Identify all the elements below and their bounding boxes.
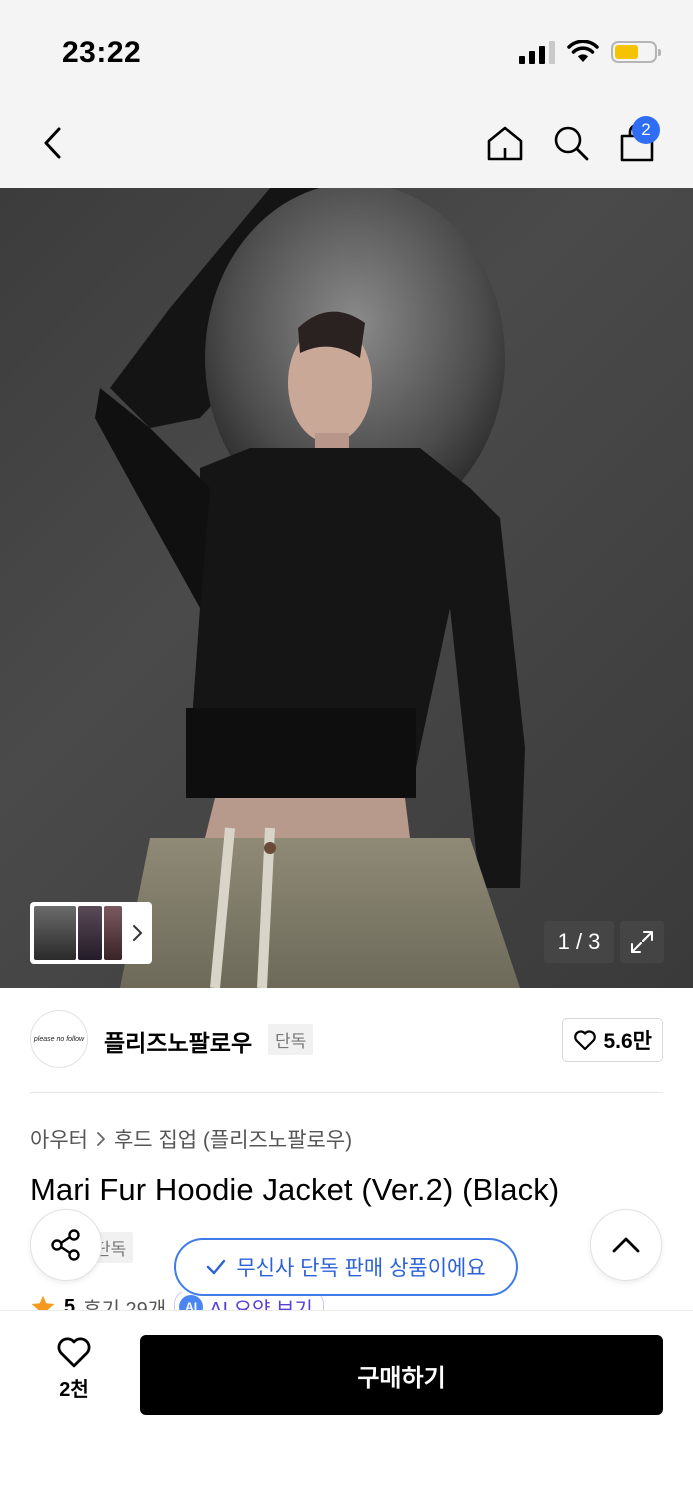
home-button[interactable] [480, 118, 530, 168]
battery-icon [611, 41, 661, 63]
divider [30, 1092, 663, 1093]
heart-outline-icon [57, 1337, 91, 1368]
cart-badge: 2 [632, 116, 660, 144]
brand-row: please no follow 플리즈노팔로우 단독 5.6만 [30, 1010, 663, 1070]
thumbnail-1[interactable] [34, 906, 76, 960]
expand-button[interactable] [620, 921, 664, 963]
signal-icon [519, 40, 555, 64]
brand-like-count: 5.6만 [603, 1030, 652, 1053]
brand-name[interactable]: 플리즈노팔로우 [104, 1024, 252, 1058]
nav-bar: 2 [0, 100, 693, 188]
share-icon [51, 1229, 80, 1261]
check-icon [207, 1259, 226, 1275]
thumbnail-3[interactable] [104, 906, 122, 960]
breadcrumb-subcategory[interactable]: 후드 집업 (플리즈노팔로우) [114, 1124, 352, 1154]
brand-logo[interactable]: please no follow [30, 1010, 88, 1068]
chevron-left-icon [44, 127, 61, 159]
chevron-up-icon [612, 1237, 640, 1253]
product-photo [95, 188, 525, 988]
brand-like-button[interactable]: 5.6만 [562, 1018, 663, 1062]
thumbnail-next-button[interactable] [126, 924, 148, 942]
breadcrumb: 아우터 후드 집업 (플리즈노팔로우) [30, 1124, 352, 1154]
cart-button[interactable]: 2 [612, 116, 662, 168]
exclusive-notice-text: 무신사 단독 판매 상품이에요 [236, 1257, 486, 1280]
page-indicator: 1 / 3 [544, 921, 614, 963]
thumbnail-2[interactable] [78, 906, 102, 960]
wifi-icon [567, 40, 599, 62]
home-icon [487, 126, 523, 161]
buy-button[interactable]: 구매하기 [140, 1335, 663, 1415]
back-button[interactable] [28, 118, 78, 168]
status-time: 23:22 [62, 36, 142, 69]
chevron-right-icon [97, 1132, 105, 1146]
search-button[interactable] [546, 118, 596, 168]
battery-level [615, 45, 638, 59]
share-button[interactable] [30, 1209, 102, 1281]
exclusive-notice: 무신사 단독 판매 상품이에요 [174, 1238, 518, 1296]
breadcrumb-category[interactable]: 아우터 [30, 1124, 88, 1154]
chevron-right-icon [133, 925, 142, 941]
status-bar: 23:22 [0, 0, 693, 100]
wishlist-count: 2천 [59, 1379, 89, 1401]
status-icons [519, 40, 661, 64]
expand-icon [631, 931, 653, 953]
product-image-gallery[interactable]: 1 / 3 [0, 188, 693, 988]
exclusive-tag: 단독 [268, 1024, 314, 1055]
search-icon [554, 126, 589, 161]
bottom-action-bar: 2천 구매하기 [0, 1310, 693, 1500]
product-title: Mari Fur Hoodie Jacket (Ver.2) (Black) [30, 1172, 560, 1207]
thumbnail-strip[interactable] [30, 902, 152, 964]
wishlist-button[interactable]: 2천 [30, 1335, 118, 1415]
scroll-top-button[interactable] [590, 1209, 662, 1281]
heart-outline-icon [574, 1030, 597, 1051]
